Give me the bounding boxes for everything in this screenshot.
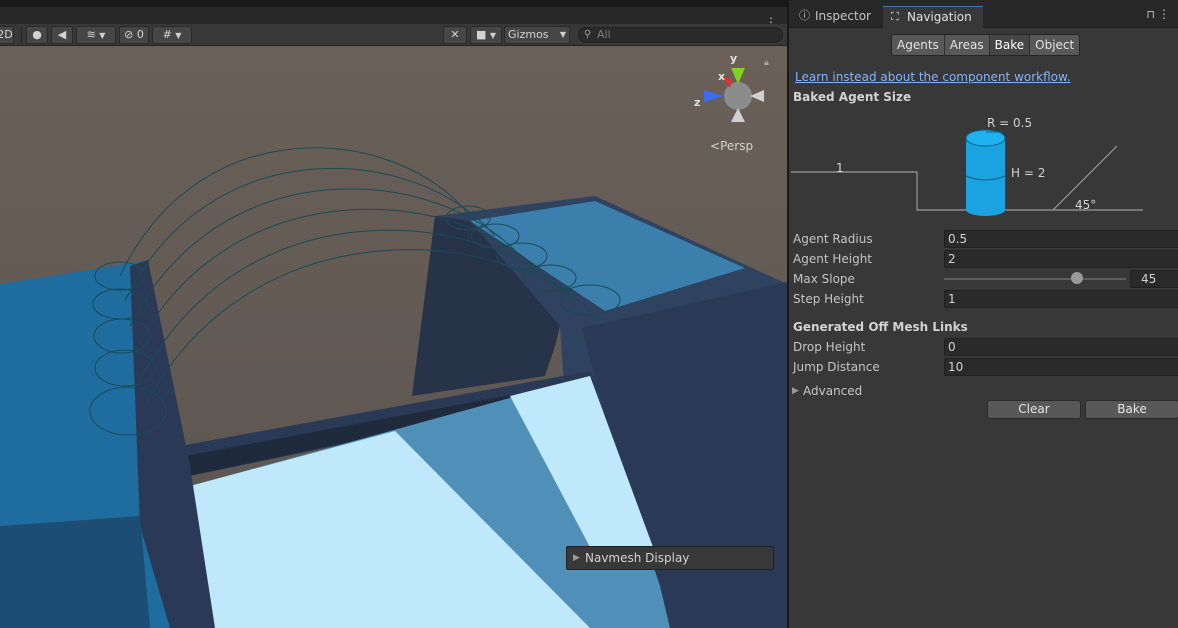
max-slope-slider-thumb[interactable] xyxy=(1071,272,1083,284)
tab-object[interactable]: Object xyxy=(1030,35,1080,55)
bake-button[interactable]: Bake xyxy=(1085,400,1178,419)
camera-icon: ■ xyxy=(475,28,487,41)
gizmos-label: Gizmos xyxy=(508,28,549,41)
scene-viewport[interactable]: y x z 🔒︎ <Persp xyxy=(0,46,787,628)
search-icon: ⚲ xyxy=(584,29,592,40)
lock-icon[interactable]: ⊓ xyxy=(1146,8,1155,21)
step-height-diagram-label: 1 xyxy=(836,161,844,175)
tools-button[interactable]: ✕ xyxy=(443,26,467,44)
gizmo-x-label: x xyxy=(718,70,726,83)
triangle-right-icon: ▶ xyxy=(792,386,799,396)
panel-tab-bar: ⓘ Inspector ⛶ Navigation ⊓ ⋮ xyxy=(789,0,1178,28)
component-workflow-link[interactable]: Learn instead about the component workfl… xyxy=(795,70,1071,84)
grid-icon: # xyxy=(162,28,172,41)
drop-height-field[interactable]: 0 xyxy=(944,338,1178,356)
effects-icon: ≋ xyxy=(86,28,96,41)
perspective-icon: < xyxy=(710,139,721,153)
projection-toggle[interactable]: <Persp xyxy=(710,139,753,153)
chevron-down-icon: ▼ xyxy=(489,31,497,40)
more-menu-icon[interactable]: ⋮ xyxy=(1158,7,1170,21)
advanced-foldout[interactable]: ▶ Advanced xyxy=(792,382,862,400)
scene-render xyxy=(0,46,787,628)
chevron-down-icon: ▼ xyxy=(175,31,182,40)
chevron-down-icon: ▼ xyxy=(559,30,566,39)
tab-navigation-label: Navigation xyxy=(907,10,972,24)
jump-distance-label: Jump Distance xyxy=(793,360,880,374)
2d-toggle-button[interactable]: 2D xyxy=(0,26,14,44)
offmesh-links-title: Generated Off Mesh Links xyxy=(793,320,968,334)
navigation-panel: ⓘ Inspector ⛶ Navigation ⊓ ⋮ Agents Area… xyxy=(788,0,1178,628)
gizmos-dropdown-button[interactable]: Gizmos ▼ xyxy=(504,26,570,44)
tools-icon: ✕ xyxy=(450,28,460,41)
effects-dropdown-button[interactable]: ≋ ▼ xyxy=(76,26,116,44)
tab-bake[interactable]: Bake xyxy=(989,35,1031,55)
search-placeholder: All xyxy=(597,28,611,41)
eye-slash-icon: ⊘ xyxy=(124,28,134,41)
max-slope-label: Max Slope xyxy=(793,272,855,286)
scene-top-strip xyxy=(0,0,787,7)
drop-height-label: Drop Height xyxy=(793,340,866,354)
camera-dropdown-button[interactable]: ■ ▼ xyxy=(470,26,502,44)
agent-radius-field[interactable]: 0.5 xyxy=(944,230,1178,248)
tab-navigation[interactable]: ⛶ Navigation xyxy=(883,6,983,28)
clear-button[interactable]: Clear xyxy=(987,400,1081,419)
max-slope-diagram-label: 45° xyxy=(1075,198,1097,212)
agent-radius-label: Agent Radius xyxy=(793,232,873,246)
scene-tab-header: ⋮ xyxy=(0,7,787,29)
triangle-right-icon: ▶ xyxy=(573,553,580,563)
audio-toggle-button[interactable]: ◀ xyxy=(51,26,73,44)
agent-height-field[interactable]: 2 xyxy=(944,250,1178,268)
navmesh-display-label: Navmesh Display xyxy=(585,551,690,565)
navigation-icon: ⛶ xyxy=(891,10,899,23)
gizmo-z-label: z xyxy=(694,96,701,109)
lightbulb-icon: ● xyxy=(32,28,42,41)
scene-view[interactable]: ⋮ 2D ● ◀ ≋ ▼ ⊘ 0 # ▼ ✕ ■ ▼ Gizmos ▼ ⚲ Al… xyxy=(0,0,787,628)
grid-dropdown-button[interactable]: # ▼ xyxy=(152,26,192,44)
max-slope-field[interactable]: 45 xyxy=(1130,270,1178,288)
tab-agents[interactable]: Agents xyxy=(892,35,945,55)
jump-distance-field[interactable]: 10 xyxy=(944,358,1178,376)
max-slope-slider-track[interactable] xyxy=(944,278,1126,280)
agent-height-diagram-label: H = 2 xyxy=(1011,166,1046,180)
baked-agent-size-title: Baked Agent Size xyxy=(793,90,912,104)
tab-inspector-label: Inspector xyxy=(815,9,871,23)
lighting-toggle-button[interactable]: ● xyxy=(26,26,48,44)
step-height-label: Step Height xyxy=(793,292,864,306)
scene-toolbar: 2D ● ◀ ≋ ▼ ⊘ 0 # ▼ ✕ ■ ▼ Gizmos ▼ ⚲ All xyxy=(0,24,787,46)
hidden-count: 0 xyxy=(136,28,144,41)
tab-inspector[interactable]: ⓘ Inspector xyxy=(791,6,879,28)
gizmo-y-label: y xyxy=(730,52,738,65)
lock-icon[interactable]: 🔒︎ xyxy=(764,58,769,68)
scene-visibility-button[interactable]: ⊘ 0 xyxy=(119,26,149,44)
toolbar-separator xyxy=(21,27,22,43)
navmesh-display-foldout[interactable]: ▶ Navmesh Display xyxy=(566,546,774,570)
agent-height-label: Agent Height xyxy=(793,252,873,266)
speaker-icon: ◀ xyxy=(57,28,67,41)
left-block-shadow xyxy=(0,516,150,628)
info-icon: ⓘ xyxy=(799,9,810,22)
step-height-field[interactable]: 1 xyxy=(944,290,1178,308)
scene-search-input[interactable]: ⚲ All xyxy=(578,27,783,43)
advanced-label: Advanced xyxy=(803,384,863,398)
persp-label-text: Persp xyxy=(720,139,754,153)
agent-radius-diagram-label: R = 0.5 xyxy=(987,116,1033,130)
navigation-mode-tabs: Agents Areas Bake Object xyxy=(891,34,1081,56)
tab-areas[interactable]: Areas xyxy=(944,35,990,55)
chevron-down-icon: ▼ xyxy=(99,31,106,40)
